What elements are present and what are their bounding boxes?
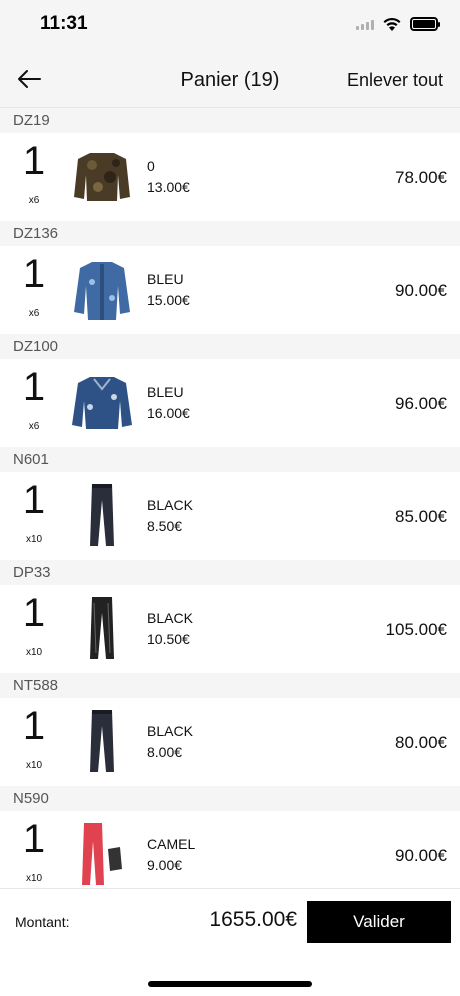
cart-item-row[interactable]: 1 x10 CAMEL 9.00€ 90.00€ bbox=[0, 811, 460, 888]
product-color: BLACK bbox=[147, 610, 193, 626]
quantity-value[interactable]: 1 bbox=[14, 139, 54, 183]
unit-price: 13.00€ bbox=[147, 179, 190, 195]
product-color: BLACK bbox=[147, 497, 193, 513]
nav-bar: Panier (19) Enlever tout bbox=[0, 50, 460, 108]
denim-coat-icon bbox=[70, 254, 134, 324]
pants-icon bbox=[70, 706, 134, 776]
wifi-icon bbox=[383, 17, 401, 31]
back-arrow-icon[interactable] bbox=[16, 68, 42, 90]
cart-group: DZ100 1 x6 BLEU 16.00€ 96.00€ bbox=[0, 334, 460, 447]
clear-all-button[interactable]: Enlever tout bbox=[347, 70, 443, 91]
pack-multiplier: x6 bbox=[28, 195, 40, 206]
cart-item-row[interactable]: 1 x6 BLEU 16.00€ 96.00€ bbox=[0, 359, 460, 447]
red-pants-icon bbox=[70, 819, 134, 888]
pack-multiplier: x10 bbox=[25, 760, 43, 771]
denim-jacket-icon bbox=[70, 367, 134, 437]
pack-multiplier: x10 bbox=[25, 873, 43, 884]
unit-price: 9.00€ bbox=[147, 857, 183, 873]
quantity-value[interactable]: 1 bbox=[14, 252, 54, 296]
line-total: 78.00€ bbox=[395, 168, 447, 187]
signal-icon bbox=[356, 18, 374, 30]
pack-multiplier: x6 bbox=[28, 421, 40, 432]
cart-group: N601 1 x10 BLACK 8.50€ 85.00€ bbox=[0, 447, 460, 560]
unit-price: 8.50€ bbox=[147, 518, 183, 534]
cart-group: DZ19 1 x6 0 13.00€ 78.00€ bbox=[0, 108, 460, 221]
product-code: NT588 bbox=[0, 673, 460, 698]
pack-multiplier: x10 bbox=[25, 647, 43, 658]
line-total: 96.00€ bbox=[395, 394, 447, 413]
unit-price: 10.50€ bbox=[147, 631, 190, 647]
pants-icon bbox=[70, 480, 134, 550]
product-code: DZ100 bbox=[0, 334, 460, 359]
line-total: 90.00€ bbox=[395, 281, 447, 300]
cart-item-row[interactable]: 1 x6 0 13.00€ 78.00€ bbox=[0, 133, 460, 221]
unit-price: 15.00€ bbox=[147, 292, 190, 308]
status-icons bbox=[356, 16, 440, 32]
quantity-value[interactable]: 1 bbox=[14, 704, 54, 748]
unit-price: 16.00€ bbox=[147, 405, 190, 421]
cart-item-row[interactable]: 1 x10 BLACK 8.00€ 80.00€ bbox=[0, 698, 460, 786]
cart-group: N590 1 x10 CAMEL 9.00€ 90.00€ bbox=[0, 786, 460, 888]
unit-price: 8.00€ bbox=[147, 744, 183, 760]
quantity-value[interactable]: 1 bbox=[14, 591, 54, 635]
status-bar: 11:31 bbox=[0, 0, 460, 50]
cart-item-row[interactable]: 1 x10 BLACK 10.50€ 105.00€ bbox=[0, 585, 460, 673]
validate-button[interactable]: Valider bbox=[307, 901, 451, 943]
cart-item-row[interactable]: 1 x10 BLACK 8.50€ 85.00€ bbox=[0, 472, 460, 560]
line-total: 85.00€ bbox=[395, 507, 447, 526]
leather-pants-icon bbox=[70, 593, 134, 663]
line-total: 105.00€ bbox=[385, 620, 447, 639]
line-total: 90.00€ bbox=[395, 846, 447, 865]
quantity-value[interactable]: 1 bbox=[14, 365, 54, 409]
cart-item-row[interactable]: 1 x6 BLEU 15.00€ 90.00€ bbox=[0, 246, 460, 334]
cart-footer: Montant: 1655.00€ Valider bbox=[0, 888, 460, 996]
quantity-value[interactable]: 1 bbox=[14, 817, 54, 861]
cart-group: DZ136 1 x6 BLEU 15.00€ 90.00€ bbox=[0, 221, 460, 334]
cart-group: DP33 1 x10 BLACK 10.50€ 105.00€ bbox=[0, 560, 460, 673]
home-indicator bbox=[148, 981, 312, 987]
status-time: 11:31 bbox=[40, 13, 88, 34]
total-label: Montant: bbox=[15, 914, 70, 930]
pack-multiplier: x6 bbox=[28, 308, 40, 319]
quantity-value[interactable]: 1 bbox=[14, 478, 54, 522]
product-code: N590 bbox=[0, 786, 460, 811]
product-code: DZ19 bbox=[0, 108, 460, 133]
product-color: CAMEL bbox=[147, 836, 196, 852]
product-code: DP33 bbox=[0, 560, 460, 585]
product-color: BLEU bbox=[147, 271, 184, 287]
product-color: 0 bbox=[147, 158, 155, 174]
camo-jacket-icon bbox=[70, 141, 134, 211]
product-code: DZ136 bbox=[0, 221, 460, 246]
pack-multiplier: x10 bbox=[25, 534, 43, 545]
cart-list[interactable]: DZ19 1 x6 0 13.00€ 78.00€ DZ136 1 x6 BLE… bbox=[0, 108, 460, 888]
product-code: N601 bbox=[0, 447, 460, 472]
line-total: 80.00€ bbox=[395, 733, 447, 752]
product-color: BLEU bbox=[147, 384, 184, 400]
cart-group: NT588 1 x10 BLACK 8.00€ 80.00€ bbox=[0, 673, 460, 786]
battery-icon bbox=[410, 17, 440, 31]
total-amount: 1655.00€ bbox=[209, 908, 297, 931]
product-color: BLACK bbox=[147, 723, 193, 739]
